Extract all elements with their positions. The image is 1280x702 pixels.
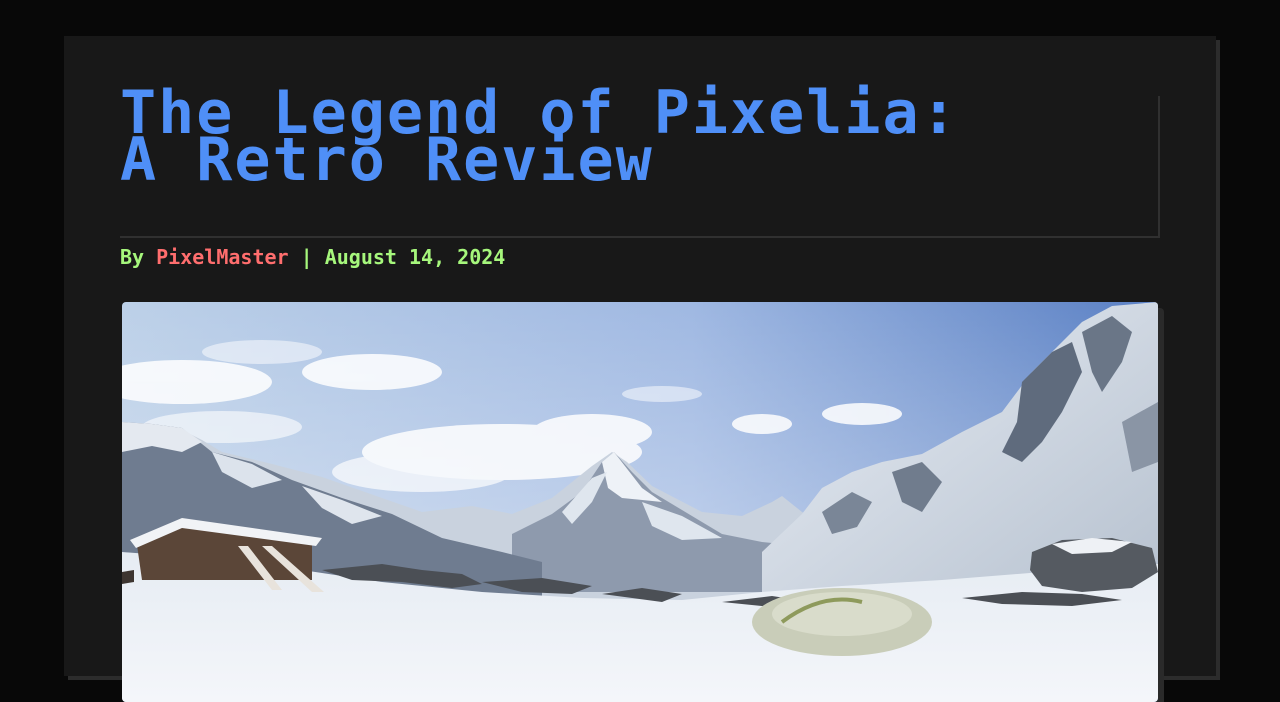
byline-separator: | <box>288 245 325 269</box>
article-title: The Legend of Pixelia: A Retro Review <box>120 78 959 195</box>
article-card: The Legend of Pixelia: A Retro Review By… <box>64 36 1216 702</box>
mountain-landscape-image <box>122 302 1158 702</box>
byline-prefix: By <box>120 245 157 269</box>
article-byline: By PixelMaster | August 14, 2024 <box>120 244 505 270</box>
hero-image <box>122 302 1158 702</box>
article-date: August 14, 2024 <box>324 245 506 269</box>
author-link[interactable]: PixelMaster <box>156 245 288 269</box>
